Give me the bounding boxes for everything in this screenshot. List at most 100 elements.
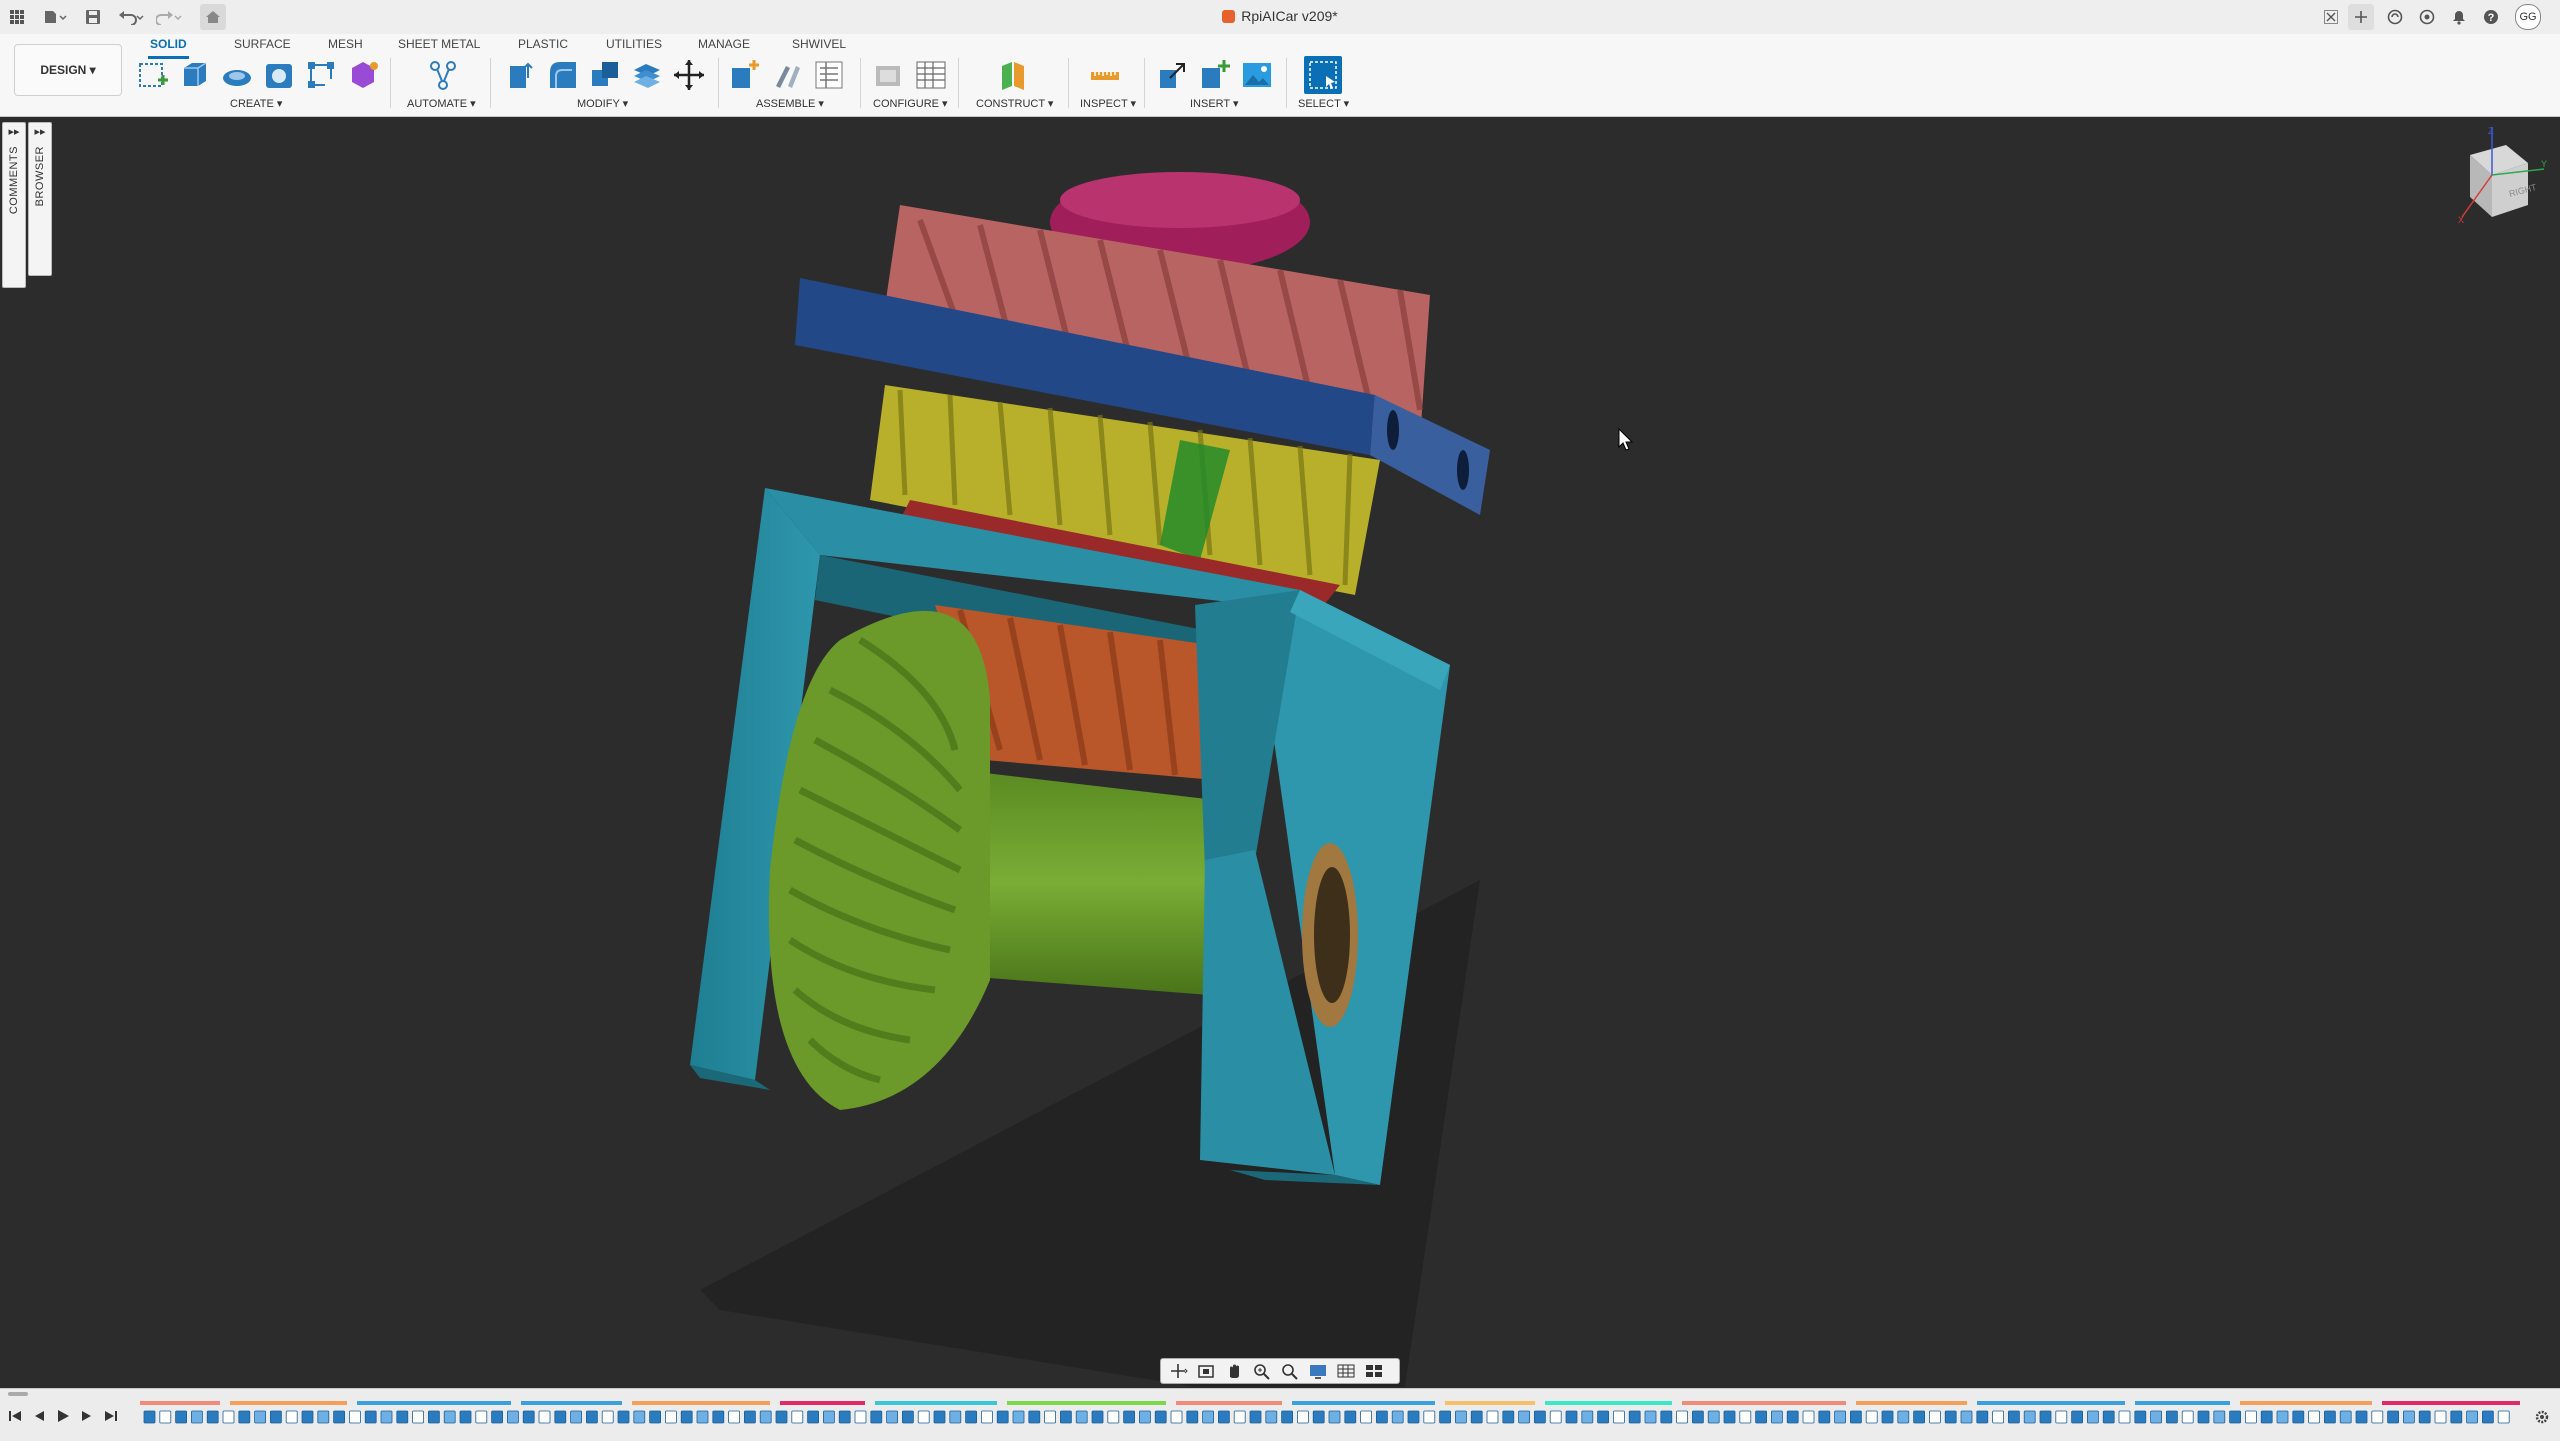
timeline-feature-icon[interactable] <box>1107 1410 1120 1424</box>
timeline-feature-icon[interactable] <box>1012 1410 1025 1424</box>
timeline-feature-icon[interactable] <box>2023 1410 2036 1424</box>
configuration-table-icon[interactable] <box>914 58 948 92</box>
timeline-feature-icon[interactable] <box>2071 1410 2083 1424</box>
timeline-feature-icon[interactable] <box>1613 1410 1625 1424</box>
tab-utilities[interactable]: UTILITIES <box>604 35 664 56</box>
timeline-group-marker[interactable] <box>2382 1401 2520 1405</box>
timeline-feature-icon[interactable] <box>570 1410 583 1424</box>
tab-mesh[interactable]: MESH <box>326 35 365 56</box>
timeline-feature-icon[interactable] <box>1549 1410 1562 1424</box>
timeline-feature-icon[interactable] <box>522 1410 535 1424</box>
timeline-feature-icon[interactable] <box>491 1410 504 1424</box>
group-inspect[interactable]: INSPECT ▾ <box>1080 97 1136 110</box>
timeline-feature-icon[interactable] <box>949 1410 962 1424</box>
timeline-feature-icon[interactable] <box>680 1410 693 1424</box>
timeline-group-marker[interactable] <box>230 1401 347 1405</box>
timeline-group-marker[interactable] <box>1977 1401 2125 1405</box>
avatar[interactable]: GG <box>2514 4 2542 30</box>
timeline-feature-icon[interactable] <box>1944 1410 1957 1424</box>
group-insert[interactable]: INSERT ▾ <box>1190 97 1239 110</box>
timeline-feature-icon[interactable] <box>1850 1410 1862 1424</box>
timeline-feature-icon[interactable] <box>1312 1410 1325 1424</box>
timeline-group-marker[interactable] <box>632 1401 770 1405</box>
timeline-feature-icon[interactable] <box>617 1410 630 1424</box>
extensions-icon[interactable] <box>2384 4 2406 30</box>
timeline-group-marker[interactable] <box>357 1401 511 1405</box>
timeline-feature-icon[interactable] <box>1692 1410 1704 1424</box>
timeline-feature-icon[interactable] <box>1534 1410 1546 1424</box>
timeline-feature-icon[interactable] <box>854 1410 867 1424</box>
timeline-feature-icon[interactable] <box>333 1410 346 1424</box>
timeline-feature-icon[interactable] <box>1771 1410 1783 1424</box>
timeline-feature-icon[interactable] <box>317 1410 330 1424</box>
viewports-icon[interactable] <box>1363 1362 1385 1380</box>
timeline-feature-icon[interactable] <box>475 1410 488 1424</box>
timeline-feature-icon[interactable] <box>1265 1410 1278 1424</box>
hole-icon[interactable] <box>262 58 296 92</box>
timeline-feature-icon[interactable] <box>1060 1410 1072 1424</box>
timeline-feature-icon[interactable] <box>791 1410 804 1424</box>
timeline-feature-icon[interactable] <box>2118 1410 2131 1424</box>
timeline-feature-icon[interactable] <box>427 1410 440 1424</box>
timeline-feature-icon[interactable] <box>2387 1410 2400 1424</box>
timeline-feature-icon[interactable] <box>2355 1410 2368 1424</box>
timeline-feature-icon[interactable] <box>886 1410 898 1424</box>
group-create[interactable]: CREATE ▾ <box>230 97 282 110</box>
timeline-feature-icon[interactable] <box>2418 1410 2431 1424</box>
timeline-feature-icon[interactable] <box>1976 1410 1989 1424</box>
offset-face-icon[interactable] <box>630 58 664 92</box>
timeline-feature-icon[interactable] <box>996 1410 1009 1424</box>
timeline-feature-icon[interactable] <box>206 1410 219 1424</box>
timeline-feature-icon[interactable] <box>1502 1410 1515 1424</box>
timeline-feature-icon[interactable] <box>348 1410 361 1424</box>
timeline-feature-icon[interactable] <box>1297 1410 1309 1424</box>
timeline-feature-icon[interactable] <box>1455 1410 1467 1424</box>
timeline-feature-icon[interactable] <box>2323 1410 2336 1424</box>
timeline-feature-icon[interactable] <box>2213 1410 2226 1424</box>
zoom-window-icon[interactable] <box>1279 1362 1301 1380</box>
timeline-feature-icon[interactable] <box>649 1410 662 1424</box>
timeline-group-marker[interactable] <box>2240 1401 2372 1405</box>
timeline-feature-icon[interactable] <box>1960 1410 1973 1424</box>
step-forward-icon[interactable] <box>80 1409 94 1423</box>
timeline-group-marker[interactable] <box>2135 1401 2230 1405</box>
timeline-feature-icon[interactable] <box>1644 1410 1657 1424</box>
timeline-feature-icon[interactable] <box>696 1410 709 1424</box>
timeline-feature-icon[interactable] <box>1423 1410 1436 1424</box>
timeline-feature-icon[interactable] <box>807 1410 819 1424</box>
measure-icon[interactable] <box>1088 58 1122 92</box>
timeline-feature-icon[interactable] <box>1518 1410 1530 1424</box>
timeline-feature-icon[interactable] <box>775 1410 788 1424</box>
timeline-feature-icon[interactable] <box>2339 1410 2352 1424</box>
configure-icon[interactable] <box>872 58 906 92</box>
design-canvas[interactable] <box>0 117 2560 1420</box>
timeline-feature-icon[interactable] <box>1628 1410 1641 1424</box>
timeline-features[interactable] <box>140 1401 2520 1435</box>
timeline-feature-icon[interactable] <box>838 1410 851 1424</box>
timeline-feature-icon[interactable] <box>1391 1410 1404 1424</box>
timeline-feature-icon[interactable] <box>285 1410 298 1424</box>
timeline-feature-icon[interactable] <box>364 1410 377 1424</box>
timeline-feature-icon[interactable] <box>823 1410 835 1424</box>
timeline-feature-icon[interactable] <box>585 1410 598 1424</box>
timeline-feature-icon[interactable] <box>1044 1410 1056 1424</box>
group-automate[interactable]: AUTOMATE ▾ <box>407 97 476 110</box>
form-icon[interactable] <box>346 58 380 92</box>
tab-shwivel[interactable]: SHWIVEL <box>790 35 848 56</box>
group-construct[interactable]: CONSTRUCT ▾ <box>976 97 1053 110</box>
timeline-feature-icon[interactable] <box>1786 1410 1799 1424</box>
timeline-feature-icon[interactable] <box>902 1410 914 1424</box>
timeline-feature-icon[interactable] <box>1170 1410 1183 1424</box>
tab-plastic[interactable]: PLASTIC <box>516 35 570 56</box>
timeline-feature-icon[interactable] <box>1992 1410 2004 1424</box>
timeline-feature-icon[interactable] <box>159 1410 172 1424</box>
timeline-feature-icon[interactable] <box>1486 1410 1499 1424</box>
timeline-feature-icon[interactable] <box>1897 1410 1910 1424</box>
insert-component-icon[interactable] <box>1198 58 1232 92</box>
timeline-feature-icon[interactable] <box>759 1410 772 1424</box>
timeline-group-marker[interactable] <box>521 1401 622 1405</box>
tab-manage[interactable]: MANAGE <box>696 35 752 56</box>
go-to-start-icon[interactable] <box>8 1409 22 1423</box>
grid-settings-icon[interactable] <box>1335 1362 1357 1380</box>
timeline-group-marker[interactable] <box>1545 1401 1672 1405</box>
